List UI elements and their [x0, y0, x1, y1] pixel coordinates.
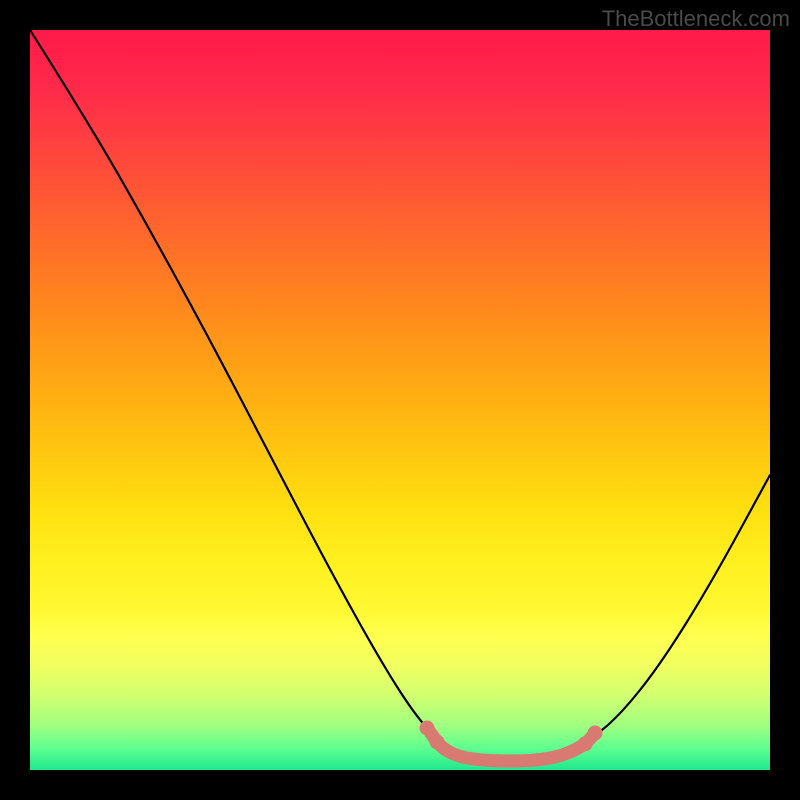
- highlight-dot: [588, 726, 603, 741]
- watermark-text: TheBottleneck.com: [602, 6, 790, 32]
- highlight-segment: [427, 728, 595, 761]
- highlight-dot: [430, 735, 445, 750]
- highlight-dot: [420, 721, 435, 736]
- curve-svg: [30, 30, 770, 770]
- plot-area: [30, 30, 770, 770]
- bottleneck-curve: [30, 30, 770, 760]
